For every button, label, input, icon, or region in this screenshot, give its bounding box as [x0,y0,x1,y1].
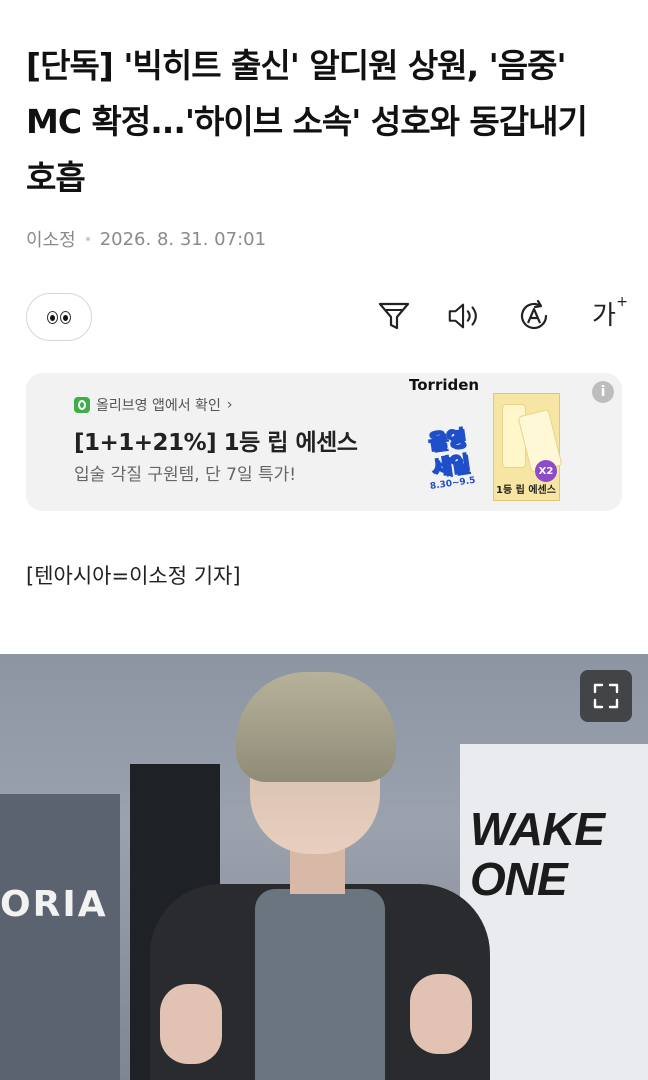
article-toolbar: 가 + [376,294,628,336]
person-shirt [255,889,385,1080]
ad-source-text: 올리브영 앱에서 확인 [96,398,221,414]
article-byline: [텐아시아=이소정 기자] [26,564,241,588]
ad-brand: Torriden [409,376,480,394]
product-image: X2 1등 립 에센스 [493,393,563,501]
person-hair [236,672,396,782]
photo-sign-wake-one: WAKE ONE [470,803,605,905]
article-meta: 이소정 2026. 8. 31. 07:01 [26,226,266,252]
translate-button[interactable] [516,296,552,336]
person-hand-left [160,984,222,1064]
font-size-icon: 가 + [592,294,628,331]
product-label: 1등 립 에센스 [496,485,556,496]
photo-sign-left: ORIA [0,884,108,925]
ad-description: 입술 각질 구원템, 단 7일 특가! [74,465,297,485]
photo-sign-line1: WAKE [470,803,605,855]
chevron-right-icon: › [226,397,233,413]
audio-button[interactable] [446,296,482,336]
font-size-button[interactable]: 가 + [586,294,628,336]
oliveyoung-logo-icon [74,397,90,413]
article-headline: [단독] '빅히트 출신' 알디원 상원, '음중' MC 확정...'하이브 … [26,46,588,197]
author-name[interactable]: 이소정 [26,226,76,252]
person-hand-right [410,974,472,1054]
eyes-emoji-icon-right [60,310,71,324]
summary-filter-button[interactable] [376,296,412,336]
photo-sign-line2: ONE [470,853,568,905]
publish-datetime: 2026. 8. 31. 07:01 [99,228,267,250]
eyes-emoji-icon [47,310,58,324]
summary-filter-icon [378,302,410,330]
sale-badge: 올영 세일 8.30~9.5 [413,423,487,505]
ad-banner[interactable]: 올리브영 앱에서 확인 › [1+1+21%] 1등 립 에센스 입술 각질 구… [26,373,622,511]
ad-info-icon[interactable]: i [592,381,614,403]
speaker-icon [448,303,477,329]
ad-source[interactable]: 올리브영 앱에서 확인 › [74,395,232,415]
article-photo[interactable]: ORIA WAKE ONE [0,654,648,1080]
separator-dot [85,237,90,241]
reaction-button[interactable] [26,293,92,341]
photo-expand-button[interactable] [580,670,632,722]
ad-title: [1+1+21%] 1등 립 에센스 [74,430,358,456]
fullscreen-expand-icon [593,683,619,709]
photo-backdrop-left [0,794,120,1080]
product-multiplier-badge: X2 [535,460,557,482]
translate-a-icon [520,299,548,330]
